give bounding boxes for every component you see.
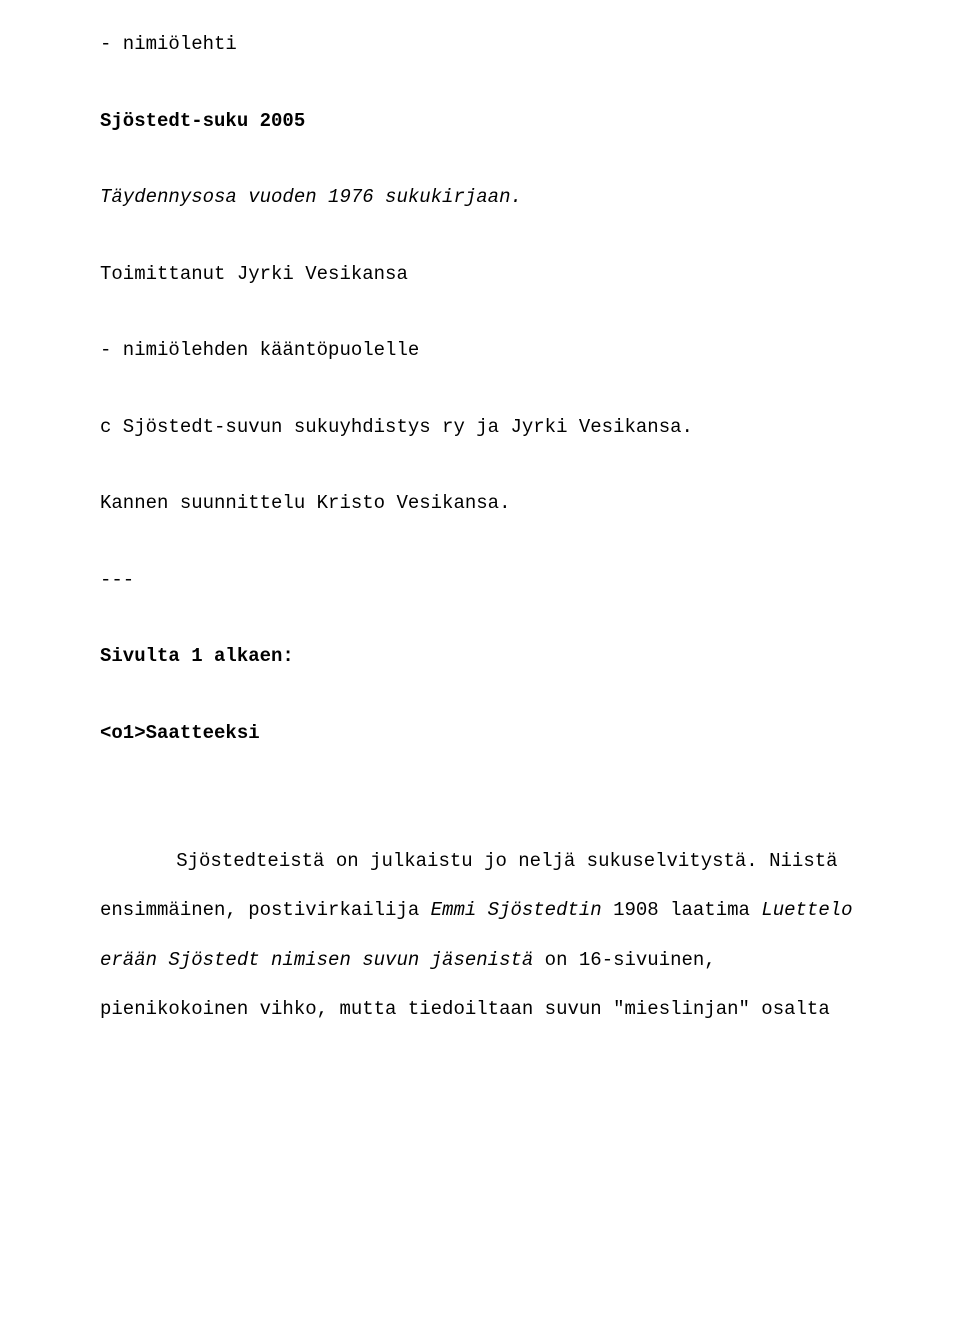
line-kannen-suunnittelu: Kannen suunnittelu Kristo Vesikansa.: [100, 489, 860, 518]
text: Kannen suunnittelu Kristo Vesikansa.: [100, 492, 510, 514]
para-r1a: ensimmäinen, postivirkailija: [100, 899, 431, 921]
para-r1c: 1908 laatima: [602, 899, 762, 921]
para-lead: Sjöstedteistä on julkaistu jo neljä suku…: [176, 850, 837, 872]
para-emmi: Emmi Sjöstedtin: [431, 899, 602, 921]
text: Täydennysosa vuoden 1976 sukukirjaan.: [100, 186, 522, 208]
line-nimiolehti: - nimiölehti: [100, 30, 860, 59]
text: Sivulta 1 alkaen:: [100, 645, 294, 667]
line-toimittanut: Toimittanut Jyrki Vesikansa: [100, 260, 860, 289]
text: - nimiölehti: [100, 33, 237, 55]
line-kaantopuolelle: - nimiölehden kääntöpuolelle: [100, 336, 860, 365]
line-sivulta-alkaen: Sivulta 1 alkaen:: [100, 642, 860, 671]
text: c Sjöstedt-suvun sukuyhdistys ry ja Jyrk…: [100, 416, 693, 438]
title-sjostedt-suku: Sjöstedt-suku 2005: [100, 107, 860, 136]
subtitle-taydennysosa: Täydennysosa vuoden 1976 sukukirjaan.: [100, 183, 860, 212]
text: Sjöstedt-suku 2005: [100, 110, 305, 132]
line-copyright: c Sjöstedt-suvun sukuyhdistys ry ja Jyrk…: [100, 413, 860, 442]
divider-dashes: ---: [100, 566, 860, 595]
text: <o1>Saatteeksi: [100, 722, 260, 744]
text: Toimittanut Jyrki Vesikansa: [100, 263, 408, 285]
para-r3: pienikokoinen vihko, mutta tiedoiltaan s…: [100, 998, 830, 1020]
heading-saatteeksi: <o1>Saatteeksi: [100, 719, 860, 748]
indent-spacer: [100, 837, 176, 886]
paragraph-body: Sjöstedteistä on julkaistu jo neljä suku…: [100, 837, 860, 1035]
text: - nimiölehden kääntöpuolelle: [100, 339, 419, 361]
text: ---: [100, 569, 134, 591]
para-r2b: on 16-sivuinen,: [533, 949, 715, 971]
